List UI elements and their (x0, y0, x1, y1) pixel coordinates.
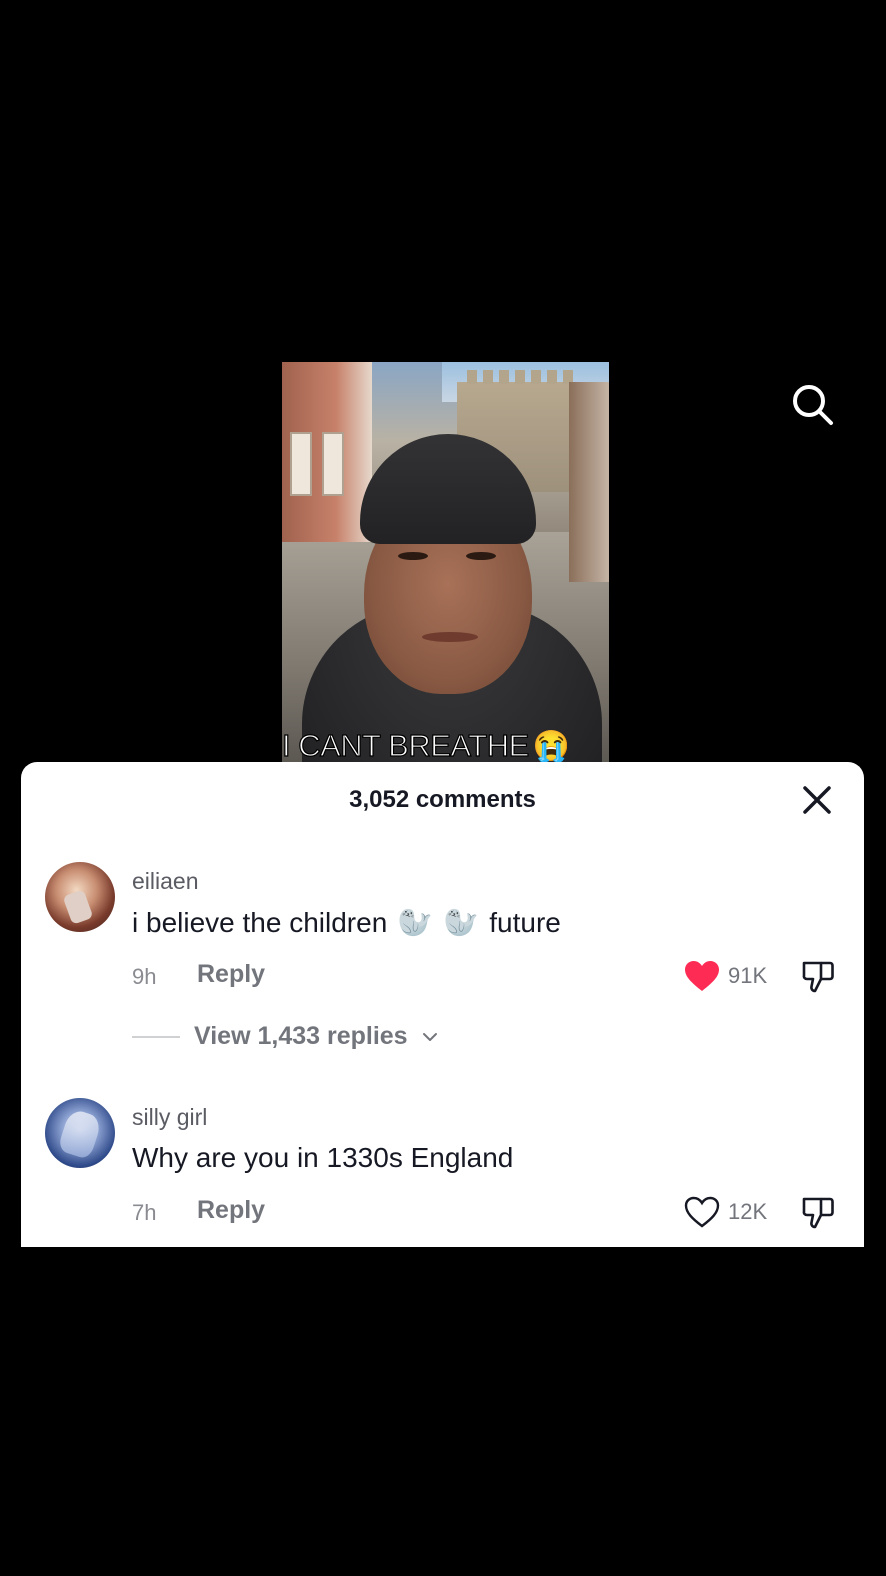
comments-count-title: 3,052 comments (349, 786, 536, 813)
crying-emoji-icon: 😭 (532, 729, 570, 763)
reply-button[interactable]: Reply (197, 960, 265, 989)
close-icon (803, 786, 831, 814)
dislike-icon (802, 1197, 834, 1229)
avatar[interactable] (45, 1098, 115, 1168)
comment-item: silly girl Why are you in 1330s England … (21, 1098, 864, 1229)
chevron-down-icon (422, 1032, 437, 1041)
comment-timestamp: 7h (132, 1200, 157, 1225)
heart-outline-icon (684, 1196, 720, 1228)
dislike-icon (802, 961, 834, 993)
like-button[interactable]: 91K (684, 958, 767, 994)
video-person (302, 434, 602, 762)
view-replies-button[interactable]: View 1,433 replies (132, 1022, 438, 1051)
view-replies-label: View 1,433 replies (194, 1022, 408, 1050)
comment-username[interactable]: eiliaen (132, 868, 199, 895)
close-comments-button[interactable] (799, 782, 835, 818)
comment-text: Why are you in 1330s England (132, 1142, 514, 1173)
seal-emoji-icon: 🦭 (443, 907, 479, 938)
avatar[interactable] (45, 862, 115, 932)
dislike-button[interactable] (800, 1194, 836, 1230)
comment-username[interactable]: silly girl (132, 1104, 207, 1131)
comments-panel: 3,052 comments eiliaen i believe the chi… (21, 762, 864, 1247)
app-screen: I CANT BREATHE 😭 3,052 comments eiliaen … (0, 0, 886, 1576)
video-caption: I CANT BREATHE 😭 (281, 727, 570, 764)
comment-text: i believe the children 🦭 🦭 future (132, 906, 561, 939)
dislike-button[interactable] (800, 958, 836, 994)
comment-text-part: i believe the children (132, 906, 388, 938)
replies-divider (132, 1035, 180, 1038)
comment-item: eiliaen i believe the children 🦭 🦭 futur… (21, 862, 864, 993)
comment-text-part: future (489, 906, 561, 938)
video-thumbnail[interactable] (282, 362, 609, 762)
search-icon (793, 385, 833, 425)
video-caption-text: I CANT BREATHE (281, 727, 529, 763)
seal-emoji-icon: 🦭 (397, 907, 433, 938)
comment-timestamp: 9h (132, 964, 157, 989)
like-button[interactable]: 12K (684, 1194, 767, 1230)
heart-filled-icon (685, 961, 719, 991)
reply-button[interactable]: Reply (197, 1196, 265, 1225)
like-count: 91K (728, 963, 768, 988)
search-button[interactable] (789, 381, 837, 429)
like-count: 12K (728, 1199, 768, 1224)
